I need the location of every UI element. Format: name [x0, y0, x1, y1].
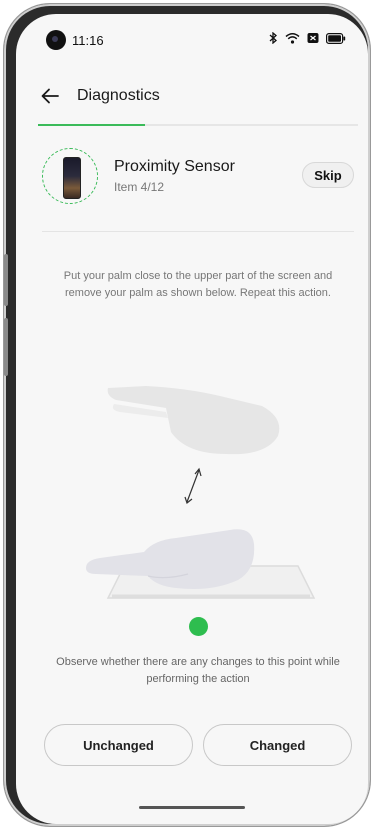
skip-button[interactable]: Skip	[302, 162, 354, 188]
back-arrow-icon[interactable]	[38, 84, 62, 108]
changed-button[interactable]: Changed	[203, 724, 352, 766]
phone-thumbnail-icon	[63, 157, 81, 199]
sensor-thumbnail	[42, 148, 98, 204]
sensor-item-counter: Item 4/12	[114, 180, 165, 194]
upper-hand-icon	[107, 386, 280, 455]
screen: 11:16 Diagnostics Proximity Sensor Item …	[16, 14, 368, 824]
wifi-icon	[285, 33, 300, 44]
battery-icon	[326, 32, 346, 44]
status-time: 11:16	[72, 33, 104, 48]
page-title: Diagnostics	[77, 87, 160, 104]
home-indicator[interactable]	[139, 806, 245, 809]
up-down-arrow-icon	[184, 467, 202, 505]
progress-bar-fill	[38, 124, 145, 126]
sim-icon	[307, 33, 319, 43]
power-button	[4, 318, 8, 376]
instruction-text: Put your palm close to the upper part of…	[63, 270, 333, 299]
unchanged-button[interactable]: Unchanged	[44, 724, 193, 766]
front-camera-icon	[46, 30, 66, 50]
sensor-item-row: Proximity Sensor Item 4/12 Skip	[42, 148, 354, 212]
phone-device-frame: 11:16 Diagnostics Proximity Sensor Item …	[4, 4, 370, 826]
lower-hand-icon	[86, 529, 255, 589]
divider	[42, 231, 354, 232]
bluetooth-icon	[269, 32, 277, 44]
sensor-indicator-dot	[189, 617, 208, 636]
palm-gesture-illustration	[86, 386, 316, 599]
sensor-name: Proximity Sensor	[114, 158, 235, 175]
status-bar: 11:16	[16, 14, 368, 58]
volume-button	[4, 254, 8, 306]
app-bar: Diagnostics	[16, 74, 368, 118]
observe-instruction-text: Observe whether there are any changes to…	[56, 656, 340, 685]
status-icons	[269, 32, 346, 44]
progress-bar	[38, 124, 358, 126]
